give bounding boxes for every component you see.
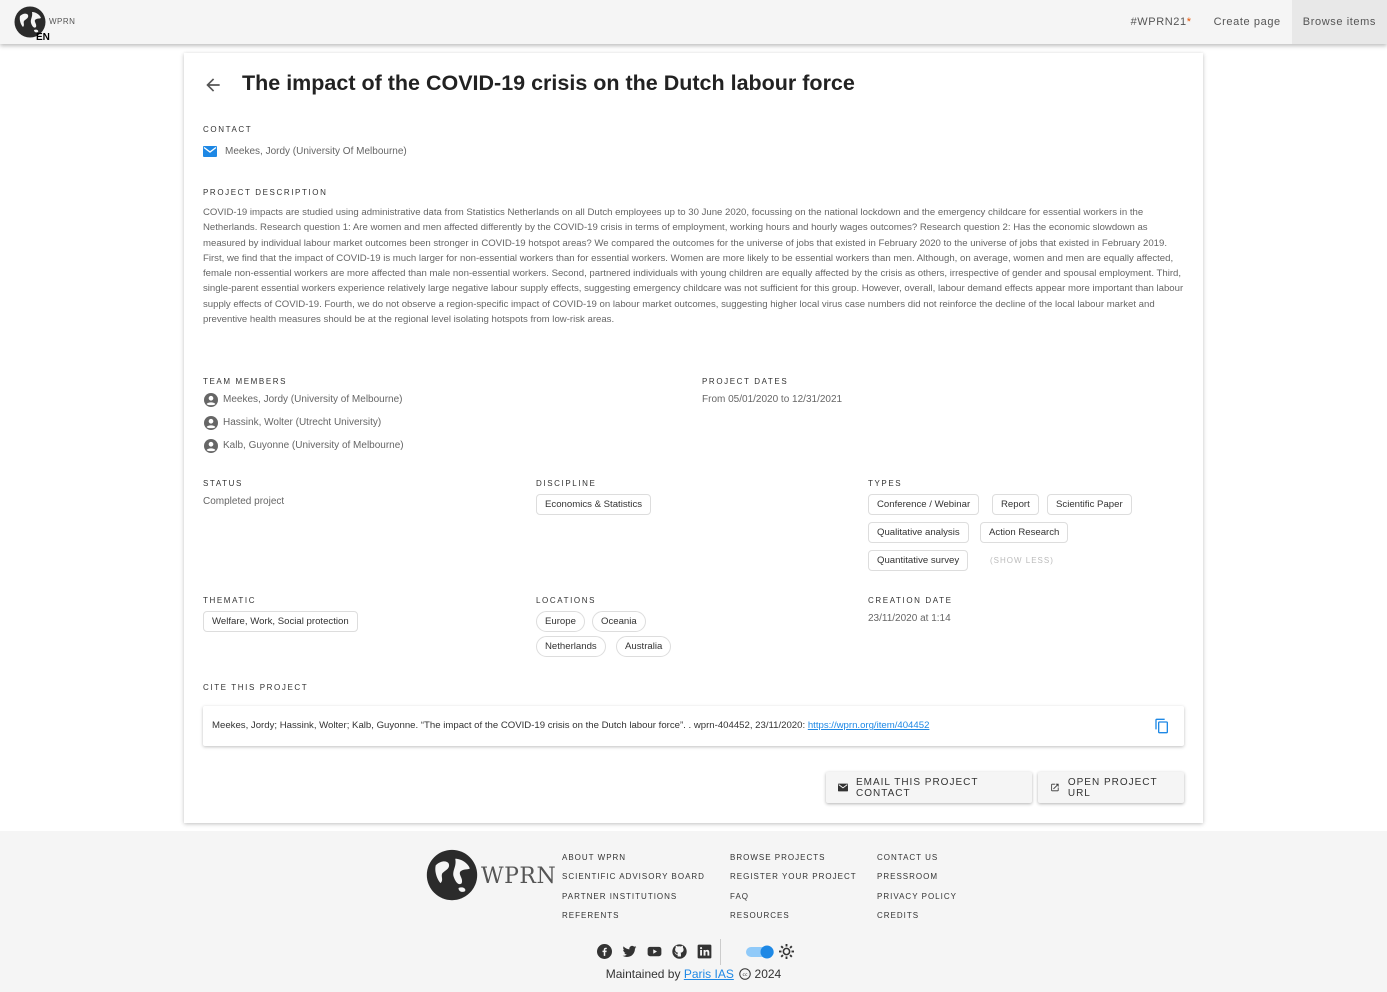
dates-label: PROJECT DATES bbox=[702, 377, 789, 386]
citation-text: Meekes, Jordy; Hassink, Wolter; Kalb, Gu… bbox=[212, 720, 929, 731]
mail-icon bbox=[838, 783, 848, 792]
sun-icon bbox=[779, 944, 794, 959]
project-status: Completed project bbox=[203, 496, 285, 507]
project-card: The impact of the COVID-19 crisis on the… bbox=[184, 53, 1203, 823]
youtube-icon[interactable] bbox=[647, 944, 662, 959]
footer-link[interactable]: CREDITS bbox=[877, 911, 919, 920]
type-chip[interactable]: Conference / Webinar bbox=[868, 494, 980, 515]
location-chip[interactable]: Australia bbox=[616, 636, 672, 657]
open-in-new-icon bbox=[1051, 783, 1059, 792]
contact-name[interactable]: Meekes, Jordy (University Of Melbourne) bbox=[225, 146, 407, 157]
github-icon[interactable] bbox=[672, 944, 687, 959]
project-title: The impact of the COVID-19 crisis on the… bbox=[242, 71, 855, 95]
svg-text:cc: cc bbox=[743, 973, 748, 978]
type-chip[interactable]: Scientific Paper bbox=[1047, 494, 1132, 515]
linkedin-icon[interactable] bbox=[697, 944, 712, 959]
project-dates: From 05/01/2020 to 12/31/2021 bbox=[702, 394, 843, 405]
theme-toggle[interactable] bbox=[746, 945, 774, 959]
types-label: TYPES bbox=[868, 479, 903, 488]
nav-browse-items[interactable]: Browse items bbox=[1291, 0, 1387, 44]
project-description: COVID-19 impacts are studied using admin… bbox=[203, 207, 1184, 326]
account-circle-icon bbox=[204, 416, 218, 430]
team-label: TEAM MEMBERS bbox=[203, 377, 288, 386]
thematic-label: THEMATIC bbox=[203, 596, 257, 605]
footer-logo-text: WPRN bbox=[481, 864, 557, 889]
cite-label: CITE THIS PROJECT bbox=[203, 683, 309, 692]
mail-icon[interactable] bbox=[203, 146, 217, 157]
team-member: Meekes, Jordy (University of Melbourne) bbox=[223, 394, 403, 405]
main-nav: #WPRN21 * Create page Browse items bbox=[1120, 0, 1387, 44]
logo-text: WPRN bbox=[49, 17, 76, 26]
contact-label: CONTACT bbox=[203, 125, 253, 134]
nav-create-page[interactable]: Create page bbox=[1203, 0, 1292, 44]
email-contact-label: EMAIL THIS PROJECT CONTACT bbox=[855, 776, 979, 799]
creative-commons-icon: cc bbox=[739, 968, 751, 980]
citation-prefix: Meekes, Jordy; Hassink, Wolter; Kalb, Gu… bbox=[212, 720, 808, 731]
maintained-by: Maintained by Paris IAS cc 2024 bbox=[0, 967, 1387, 981]
creation-date-label: CREATION DATE bbox=[868, 596, 953, 605]
type-chip[interactable]: Qualitative analysis bbox=[868, 522, 969, 543]
type-chip[interactable]: Action Research bbox=[980, 522, 1069, 543]
footer: WPRN ABOUT WPRN SCIENTIFIC ADVISORY BOAR… bbox=[0, 831, 1387, 992]
description-label: PROJECT DESCRIPTION bbox=[203, 188, 328, 197]
copy-icon[interactable] bbox=[1154, 718, 1170, 734]
globe-logo-icon[interactable] bbox=[426, 849, 478, 901]
citation-box: Meekes, Jordy; Hassink, Wolter; Kalb, Gu… bbox=[203, 706, 1184, 746]
copyright-year: 2024 bbox=[754, 967, 782, 981]
locations-label: LOCATIONS bbox=[536, 596, 597, 605]
nav-star: * bbox=[1186, 16, 1192, 28]
account-circle-icon bbox=[204, 393, 218, 407]
footer-link[interactable]: FAQ bbox=[730, 892, 749, 901]
footer-link[interactable]: BROWSE PROJECTS bbox=[730, 853, 825, 862]
team-member: Hassink, Wolter (Utrecht University) bbox=[223, 417, 382, 428]
footer-link[interactable]: CONTACT US bbox=[877, 853, 938, 862]
twitter-icon[interactable] bbox=[622, 944, 637, 959]
thematic-chip[interactable]: Welfare, Work, Social protection bbox=[203, 611, 358, 632]
type-chip[interactable]: Report bbox=[992, 494, 1039, 515]
maintained-prefix: Maintained by bbox=[605, 967, 684, 981]
footer-link[interactable]: ABOUT WPRN bbox=[562, 853, 626, 862]
discipline-label: DISCIPLINE bbox=[536, 479, 597, 488]
footer-link[interactable]: RESOURCES bbox=[730, 911, 790, 920]
moon-icon bbox=[731, 945, 738, 958]
team-member: Kalb, Guyonne (University of Melbourne) bbox=[223, 440, 404, 451]
location-chip[interactable]: Netherlands bbox=[536, 636, 606, 657]
open-url-button[interactable]: OPEN PROJECT URL bbox=[1038, 772, 1184, 803]
location-chip[interactable]: Oceania bbox=[592, 611, 646, 632]
location-chip[interactable]: Europe bbox=[536, 611, 585, 632]
account-circle-icon bbox=[204, 439, 218, 453]
top-bar: WPRN EN #WPRN21 * Create page Browse item… bbox=[0, 0, 1387, 44]
footer-link[interactable]: PARTNER INSTITUTIONS bbox=[562, 892, 677, 901]
back-arrow-icon[interactable] bbox=[203, 75, 223, 95]
creation-date: 23/11/2020 at 1:14 bbox=[868, 613, 951, 624]
open-url-label: OPEN PROJECT URL bbox=[1067, 776, 1158, 799]
email-contact-button[interactable]: EMAIL THIS PROJECT CONTACT bbox=[826, 772, 1032, 803]
type-chip[interactable]: Quantitative survey bbox=[868, 550, 969, 571]
discipline-chip[interactable]: Economics & Statistics bbox=[536, 494, 652, 515]
nav-wprn21-label: #WPRN21 bbox=[1130, 16, 1187, 28]
footer-link[interactable]: REGISTER YOUR PROJECT bbox=[730, 872, 857, 881]
footer-divider bbox=[720, 939, 721, 965]
footer-link[interactable]: PRIVACY POLICY bbox=[877, 892, 957, 901]
footer-link[interactable]: PRESSROOM bbox=[877, 872, 938, 881]
show-less-toggle[interactable]: (SHOW LESS) bbox=[990, 556, 1054, 565]
nav-wprn21[interactable]: #WPRN21 * bbox=[1120, 0, 1203, 44]
paris-ias-link[interactable]: Paris IAS bbox=[684, 967, 734, 981]
status-label: STATUS bbox=[203, 479, 243, 488]
citation-link[interactable]: https://wprn.org/item/404452 bbox=[808, 720, 930, 731]
facebook-icon[interactable] bbox=[597, 944, 612, 959]
footer-link[interactable]: SCIENTIFIC ADVISORY BOARD bbox=[562, 872, 705, 881]
footer-link[interactable]: REFERENTS bbox=[562, 911, 619, 920]
language-selector[interactable]: EN bbox=[36, 32, 50, 43]
